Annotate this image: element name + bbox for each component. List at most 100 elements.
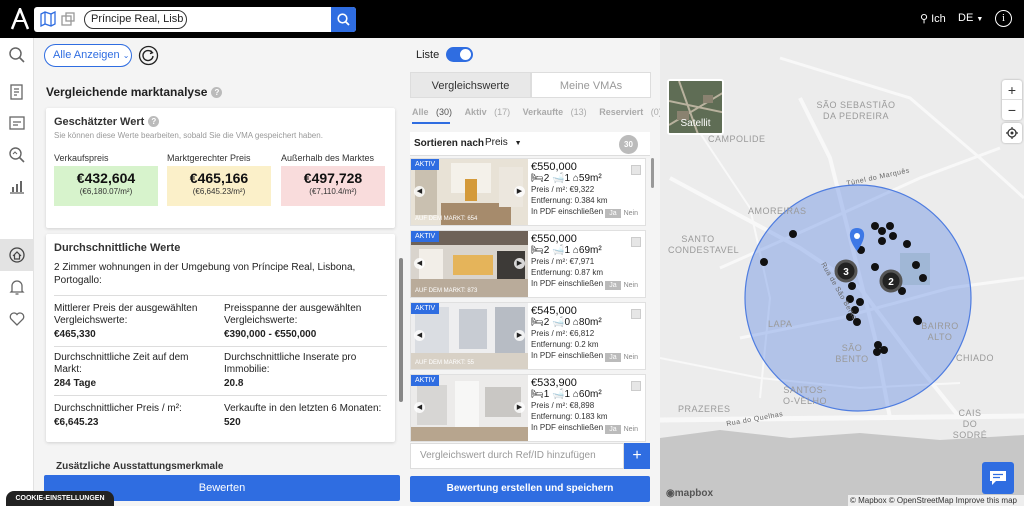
heart-icon[interactable]	[8, 310, 26, 328]
language-select[interactable]: DE ▼	[958, 12, 983, 24]
pdf-include-toggle[interactable]: Ja Nein	[605, 353, 641, 362]
listing-card[interactable]: AKTIV AUF DEM MARKT: 873 ◀ ▶ €550,000 🛏2 🛁1 ⌂…	[410, 230, 646, 298]
photo-next-arrow-icon[interactable]: ▶	[514, 258, 525, 269]
satellite-toggle[interactable]: Satellit	[667, 79, 724, 135]
user-menu[interactable]: ⚲ Ich	[920, 12, 946, 25]
pdf-no-option[interactable]: Nein	[621, 281, 641, 290]
listing-marker[interactable]	[871, 263, 879, 271]
listing-card[interactable]: AKTIV AUF DEM MARKT: 55 ◀ ▶ €545,000 🛏2 🛁0 ⌂8…	[410, 302, 646, 370]
area-draw-icon[interactable]	[60, 11, 76, 27]
chat-button[interactable]	[982, 462, 1014, 494]
bell-icon[interactable]	[8, 278, 26, 296]
locate-button[interactable]	[1002, 123, 1022, 143]
listing-marker[interactable]	[856, 298, 864, 306]
home-value-icon[interactable]	[8, 246, 26, 264]
document-icon[interactable]	[8, 83, 26, 101]
listing-checkbox[interactable]	[631, 237, 641, 247]
pdf-yes-option[interactable]: Ja	[605, 425, 621, 434]
zoom-in-button[interactable]: +	[1002, 80, 1022, 100]
help-icon[interactable]: ?	[148, 116, 160, 127]
pdf-include-toggle[interactable]: Ja Nein	[605, 209, 641, 218]
photo-prev-arrow-icon[interactable]: ◀	[414, 402, 425, 413]
bed-icon: 🛏	[531, 173, 544, 184]
photo-next-arrow-icon[interactable]: ▶	[514, 186, 525, 197]
bed-count: 2	[543, 173, 550, 184]
ref-id-input[interactable]: Vergleichswert durch Ref/ID hinzufügen	[410, 443, 624, 469]
listing-card[interactable]: AKTIV ◀ ▶ €533,900 🛏1 🛁1 ⌂60m² Preis / m²: €8…	[410, 374, 646, 442]
location-chip[interactable]: Príncipe Real, Lisb ...	[84, 10, 187, 29]
listing-checkbox[interactable]	[631, 309, 641, 319]
listing-checkbox[interactable]	[631, 165, 641, 175]
pdf-yes-option[interactable]: Ja	[605, 353, 621, 362]
pdf-yes-option[interactable]: Ja	[605, 281, 621, 290]
subtab-active[interactable]: Aktiv (17)	[465, 107, 516, 117]
pdf-no-option[interactable]: Nein	[621, 353, 641, 362]
pdf-include-toggle[interactable]: Ja Nein	[605, 281, 641, 290]
listing-photo[interactable]: AKTIV ◀ ▶	[411, 375, 528, 441]
listing-marker[interactable]	[878, 237, 886, 245]
listing-marker[interactable]	[880, 346, 888, 354]
listing-marker[interactable]	[848, 282, 856, 290]
mapbox-logo-text: mapbox	[674, 488, 714, 499]
listing-marker[interactable]	[871, 222, 879, 230]
sort-select[interactable]: Preis ▼	[485, 137, 522, 148]
left-scrollbar[interactable]	[399, 258, 403, 402]
pdf-no-option[interactable]: Nein	[621, 425, 641, 434]
listing-marker[interactable]	[789, 230, 797, 238]
refresh-icon[interactable]	[138, 45, 159, 66]
tab-comparables[interactable]: Vergleichswerte	[410, 72, 531, 98]
listing-marker[interactable]	[912, 261, 920, 269]
logo-icon[interactable]	[10, 8, 30, 30]
map-mode-icon[interactable]	[40, 11, 56, 27]
map-view[interactable]: 3 2 CAMPOLIDE SÃO SEBASTIÃO DA PEDREIRA …	[660, 38, 1024, 506]
listing-card[interactable]: AKTIV AUF DEM MARKT: 654 ◀ ▶ €550,000 🛏2 🛁1 ⌂…	[410, 158, 646, 226]
listing-price: €533,900	[531, 377, 577, 389]
subtab-reserved[interactable]: Reserviert (0)	[599, 107, 667, 117]
listing-marker[interactable]	[760, 258, 768, 266]
listing-marker[interactable]	[878, 227, 886, 235]
search-analysis-icon[interactable]	[8, 146, 26, 164]
analysis-panel: Alle Anzeigen ⌄ Vergleichende marktanaly…	[34, 38, 406, 506]
pdf-yes-option[interactable]: Ja	[605, 209, 621, 218]
stat-label: Durchschnittlicher Preis / m²:	[54, 403, 182, 414]
bath-count: 0	[564, 317, 571, 328]
filter-label: Alle Anzeigen	[53, 49, 120, 61]
pdf-include-toggle[interactable]: Ja Nein	[605, 425, 641, 434]
listing-marker[interactable]	[903, 240, 911, 248]
chart-icon[interactable]	[8, 177, 26, 195]
bed-icon: 🛏	[531, 245, 544, 256]
additional-features-header[interactable]: Zusätzliche Ausstattungsmerkmale	[56, 461, 391, 472]
zoom-out-button[interactable]: −	[1002, 100, 1022, 120]
photo-prev-arrow-icon[interactable]: ◀	[414, 186, 425, 197]
photo-prev-arrow-icon[interactable]: ◀	[414, 330, 425, 341]
listing-marker[interactable]	[889, 232, 897, 240]
search-icon[interactable]	[8, 46, 26, 64]
photo-next-arrow-icon[interactable]: ▶	[514, 402, 525, 413]
listing-photo[interactable]: AKTIV AUF DEM MARKT: 654 ◀ ▶	[411, 159, 528, 225]
photo-prev-arrow-icon[interactable]: ◀	[414, 258, 425, 269]
info-icon[interactable]: i	[995, 10, 1012, 27]
add-comparable-button[interactable]: +	[624, 443, 650, 469]
subtab-sold[interactable]: Verkaufte (13)	[523, 107, 592, 117]
map-attribution[interactable]: © Mapbox © OpenStreetMap Improve this ma…	[848, 495, 1024, 506]
listing-checkbox[interactable]	[631, 381, 641, 391]
cookie-settings-button[interactable]: COOKIE-EINSTELLUNGEN	[6, 491, 114, 506]
listing-photo[interactable]: AKTIV AUF DEM MARKT: 873 ◀ ▶	[411, 231, 528, 297]
listing-marker[interactable]	[919, 274, 927, 282]
photo-next-arrow-icon[interactable]: ▶	[514, 330, 525, 341]
subtab-all[interactable]: Alle (30)	[412, 107, 457, 117]
pdf-no-option[interactable]: Nein	[621, 209, 641, 218]
list-toggle[interactable]	[446, 47, 473, 62]
tab-my-vmas[interactable]: Meine VMAs	[531, 72, 651, 98]
listing-marker[interactable]	[886, 222, 894, 230]
subtab-label: Verkaufte	[522, 107, 564, 117]
filter-dropdown[interactable]: Alle Anzeigen ⌄	[44, 44, 132, 67]
list-scrollbar[interactable]	[651, 158, 654, 188]
search-button[interactable]	[331, 7, 356, 32]
listing-marker[interactable]	[873, 348, 881, 356]
create-save-button[interactable]: Bewertung erstellen und speichern	[410, 476, 650, 502]
report-icon[interactable]	[8, 114, 26, 132]
stat-label: Durchschnittliche Zeit auf dem Markt:	[54, 352, 189, 375]
help-icon[interactable]: ?	[211, 87, 223, 98]
listing-photo[interactable]: AKTIV AUF DEM MARKT: 55 ◀ ▶	[411, 303, 528, 369]
